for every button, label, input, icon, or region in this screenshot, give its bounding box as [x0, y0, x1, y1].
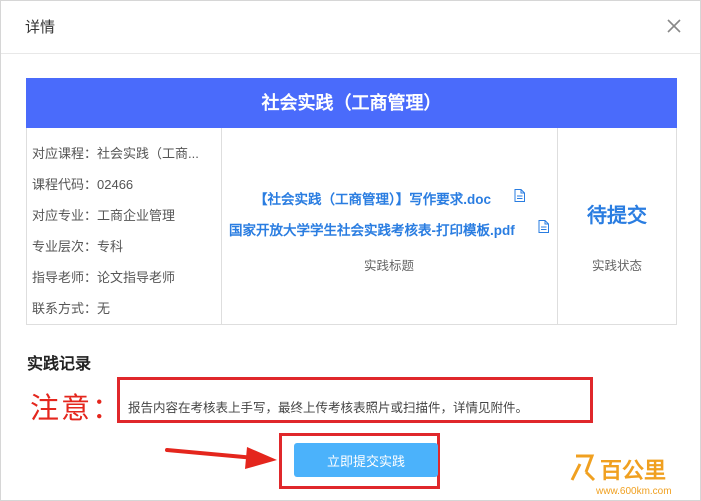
note-text: 报告内容在考核表上手写，最终上传考核表照片或扫描件，详情见附件。	[128, 401, 529, 415]
submit-practice-button[interactable]: 立即提交实践	[294, 443, 438, 477]
close-icon[interactable]	[663, 15, 685, 37]
course-code: 课程代码：02466	[32, 177, 134, 192]
file-link-template[interactable]: 国家开放大学学生社会实践考核表-打印模板.pdf	[229, 219, 515, 239]
status-column: 待提交 实践状态	[557, 128, 677, 325]
section-title: 实践记录	[27, 356, 92, 373]
practice-title-banner: 社会实践（工商管理）	[26, 78, 677, 128]
course-info-column: 对应课程：社会实践（工商... 课程代码：02466 对应专业：工商企业管理 专…	[26, 128, 222, 325]
advisor: 指导老师：论文指导老师	[32, 270, 176, 285]
attachments-column: 【社会实践（工商管理）】写作要求.doc 国家开放大学学生社会实践考核表-打印模…	[221, 128, 558, 325]
practice-title-label: 实践标题	[363, 259, 414, 273]
svg-text:www.600km.com: www.600km.com	[595, 486, 672, 497]
document-icon[interactable]	[514, 189, 525, 202]
note-label: 注意：	[30, 393, 124, 425]
level: 专业层次：专科	[32, 239, 124, 254]
status-label: 实践状态	[591, 259, 642, 273]
major: 对应专业：工商企业管理	[32, 208, 176, 223]
dialog-title: 详情	[25, 19, 56, 36]
document-icon[interactable]	[538, 220, 549, 233]
svg-text:百公里: 百公里	[600, 458, 666, 483]
arrow-right-icon	[165, 447, 277, 469]
dialog-header: 详情	[1, 1, 700, 54]
contact: 联系方式：无	[32, 301, 111, 316]
file-link-requirements[interactable]: 【社会实践（工商管理）】写作要求.doc	[254, 188, 491, 208]
watermark-logo: 百公里 www.600km.com	[570, 454, 672, 497]
status-value: 待提交	[587, 205, 647, 227]
course-name: 对应课程：社会实践（工商...	[32, 146, 199, 161]
